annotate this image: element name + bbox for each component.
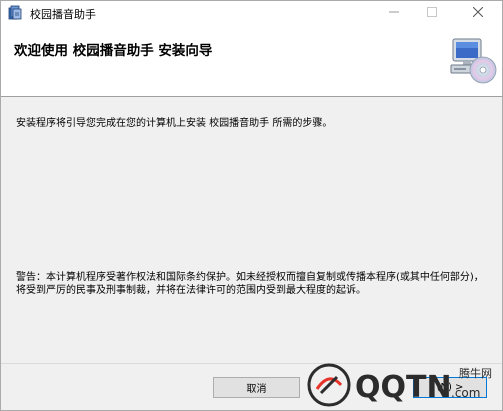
minimize-button[interactable]	[375, 1, 413, 25]
copyright-warning: 警告：本计算机程序受著作权法和国际条约保护。如未经授权而擅自复制或传播本程序(或…	[16, 272, 484, 296]
title-bar: 校园播音助手	[1, 1, 502, 25]
watermark-suffix: .com	[451, 386, 480, 400]
qqtn-watermark-logo: QQTN .com 腾牛网	[301, 359, 501, 410]
close-button[interactable]	[459, 1, 497, 25]
watermark-site: 腾牛网	[459, 366, 492, 380]
cancel-button[interactable]: 取消	[213, 377, 300, 398]
installer-app-icon	[7, 4, 23, 21]
intro-text: 安装程序将引导您完成在您的计算机上安装 校园播音助手 所需的步骤。	[16, 118, 333, 129]
minimize-icon	[389, 7, 399, 20]
installer-window: 校园播音助手 欢迎使用 校园播音助手 安装向导 安装程序将引导您完成在您的计算机…	[0, 0, 503, 411]
maximize-icon	[427, 6, 437, 20]
maximize-button[interactable]	[413, 1, 451, 25]
close-icon	[472, 6, 484, 20]
computer-cd-icon	[447, 37, 497, 85]
watermark-brand: QQTN	[355, 370, 452, 405]
window-title: 校园播音助手	[30, 8, 96, 21]
wizard-header: 欢迎使用 校园播音助手 安装向导	[1, 25, 502, 97]
wizard-title: 欢迎使用 校园播音助手 安装向导	[14, 43, 213, 59]
